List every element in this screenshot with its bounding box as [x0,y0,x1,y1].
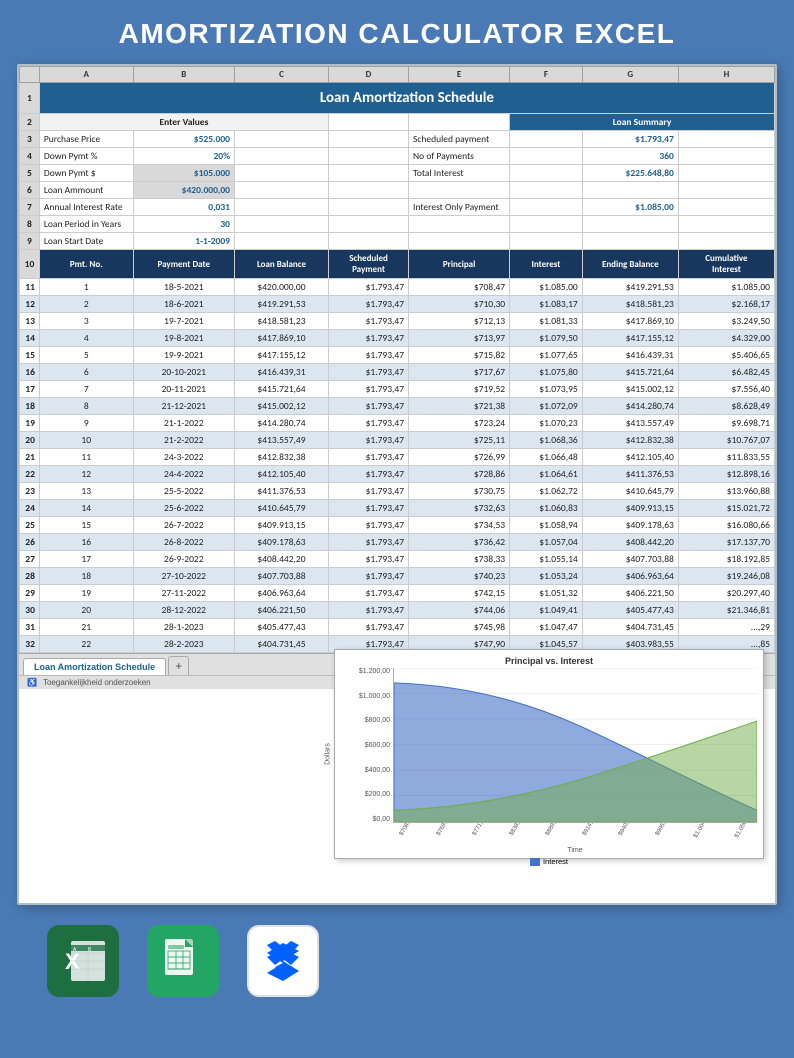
table-row: 29 19 27-11-2022 $406.963,64 $1.793,47 $… [20,585,775,602]
col-header-c: C [235,67,329,83]
col-header-d: D [328,67,408,83]
col-payment-date: Payment Date [133,250,234,279]
col-header-h: H [678,67,774,83]
table-row: 12 2 18-6-2021 $419.291,53 $1.793,47 $71… [20,296,775,313]
y-label-400: $400,00 [365,767,390,774]
table-row: 27 17 26-9-2022 $408.442,20 $1.793,47 $7… [20,551,775,568]
accessibility-label: ♿ [27,678,37,687]
page-title: AMORTIZATION CALCULATOR EXCEL [10,18,784,50]
col-header-rownum [20,67,40,83]
dropbox-icon [257,935,309,987]
table-row: 19 9 21-1-2022 $414.280,74 $1.793,47 $72… [20,415,775,432]
col-cumulative-interest: CumulativeInterest [678,250,774,279]
main-card: A B C D E F G H 1 Loan Amortization Sche… [17,64,777,905]
col-header-b: B [133,67,234,83]
x-label: $889,48 [545,823,561,837]
loan-start-date-label: Loan Start Date [39,233,133,250]
col-header-g: G [582,67,678,83]
table-row: 17 7 20-11-2021 $415.721,64 $1.793,47 $7… [20,381,775,398]
table-row: 25 15 26-7-2022 $409.913,15 $1.793,47 $7… [20,517,775,534]
bottom-icons: X A B [17,905,777,1017]
status-text: Toegankelijkheid onderzoeken [43,678,151,687]
row-4: 4 Down Pymt % 20% No of Payments 360 [20,148,775,165]
x-label: $708,48 [399,823,415,837]
excel-icon: X A B [57,935,109,987]
table-row: 21 11 24-3-2022 $412.832,38 $1.793,47 $7… [20,449,775,466]
x-axis-label: Time [567,847,582,854]
col-header-e: E [409,67,510,83]
y-label-800: $800,00 [365,717,390,724]
x-label: $914,64 [582,823,598,837]
spreadsheet: A B C D E F G H 1 Loan Amortization Sche… [19,66,775,653]
add-sheet-button[interactable]: + [168,656,189,675]
y-label-1000: $1.000,00 [359,693,390,700]
title-row: 1 Loan Amortization Schedule [20,83,775,114]
chart-title: Principal vs. Interest [341,656,757,666]
table-row: 15 5 19-9-2021 $417.155,12 $1.793,47 $71… [20,347,775,364]
table-row: 28 18 27-10-2022 $407.703,88 $1.793,47 $… [20,568,775,585]
x-label: $995,55 [655,823,671,837]
interest-color-swatch [530,858,540,866]
legend-interest-label: Interest [543,857,568,866]
table-row: 22 12 24-4-2022 $412.105,40 $1.793,47 $7… [20,466,775,483]
legend-interest: Interest [530,857,568,866]
page-header: AMORTIZATION CALCULATOR EXCEL [0,0,794,64]
enter-values-label: Enter Values [39,114,328,131]
table-row: 30 20 28-12-2022 $406.221,50 $1.793,47 $… [20,602,775,619]
dropbox-icon-box[interactable] [247,925,319,997]
table-row: 23 13 25-5-2022 $411.376,53 $1.793,47 $7… [20,483,775,500]
table-row: 11 1 18-5-2021 $420.000,00 $1.793,47 $70… [20,279,775,296]
table-row: 14 4 19-8-2021 $417.869,10 $1.793,47 $71… [20,330,775,347]
row-5: 5 Down Pymt $ $105.000 Total Interest $2… [20,165,775,182]
row-7: 7 Annual Interest Rate 0,031 Interest On… [20,199,775,216]
row-8: 8 Loan Period in Years 30 [20,216,775,233]
table-row: 31 21 28-1-2023 $405.477,43 $1.793,47 $7… [20,619,775,636]
chart-legend: Interest [341,857,757,866]
excel-icon-box[interactable]: X A B [47,925,119,997]
table-row: 26 16 26-8-2022 $409.178,63 $1.793,47 $7… [20,534,775,551]
row-3: 3 Purchase Price $525.000 Scheduled paym… [20,131,775,148]
y-label-600: $600,00 [365,742,390,749]
x-label: $940,97 [618,823,634,837]
spreadsheet-title: Loan Amortization Schedule [39,83,774,114]
chart-body: $1.200,00 $1.000,00 $800,00 $600,00 $400… [341,668,757,823]
column-header-row: A B C D E F G H [20,67,775,83]
col-pmt-no: Pmt. No. [39,250,133,279]
y-axis-label: Dollars [324,743,331,765]
col-header-f: F [510,67,583,83]
y-label-200: $200,00 [365,791,390,798]
table-header-row: 10 Pmt. No. Payment Date Loan Balance Sc… [20,250,775,279]
x-label: $771,45 [472,823,488,837]
chart-panel: Principal vs. Interest $1.200,00 $1.000,… [334,649,764,859]
col-loan-balance: Loan Balance [235,250,329,279]
sheet-tab[interactable]: Loan Amortization Schedule [23,658,166,675]
row-6: 6 Loan Ammount $420.000,00 [20,182,775,199]
row-num-1: 1 [20,83,40,114]
table-row: 16 6 20-10-2021 $416.439,31 $1.793,47 $7… [20,364,775,381]
x-label: $838,99 [509,823,525,837]
y-label-1200: $1.200,00 [359,668,390,675]
col-header-a: A [39,67,133,83]
table-row: 18 8 21-12-2021 $415.002,12 $1.793,47 $7… [20,398,775,415]
table-row: 20 10 21-2-2022 $413.557,49 $1.793,47 $7… [20,432,775,449]
annual-interest-rate-label: Annual Interest Rate [39,199,133,216]
x-label: $769,84 [435,823,451,837]
sheets-icon-box[interactable] [147,925,219,997]
loan-summary-label: Loan Summary [510,114,775,131]
col-principal: Principal [409,250,510,279]
x-label: $1.056,08 [734,823,753,839]
col-ending-balance: Ending Balance [582,250,678,279]
table-row: 24 14 25-6-2022 $410.645,79 $1.793,47 $7… [20,500,775,517]
chart-svg [394,668,757,822]
row-9: 9 Loan Start Date 1-1-2009 [20,233,775,250]
y-label-0: $0,00 [372,816,390,823]
table-row: 13 3 19-7-2021 $418.581,23 $1.793,47 $71… [20,313,775,330]
col-interest: Interest [510,250,583,279]
x-label: $1.004,59 [693,823,712,839]
col-scheduled-payment: ScheduledPayment [328,250,408,279]
sheets-icon [157,935,209,987]
row-2: 2 Enter Values Loan Summary [20,114,775,131]
